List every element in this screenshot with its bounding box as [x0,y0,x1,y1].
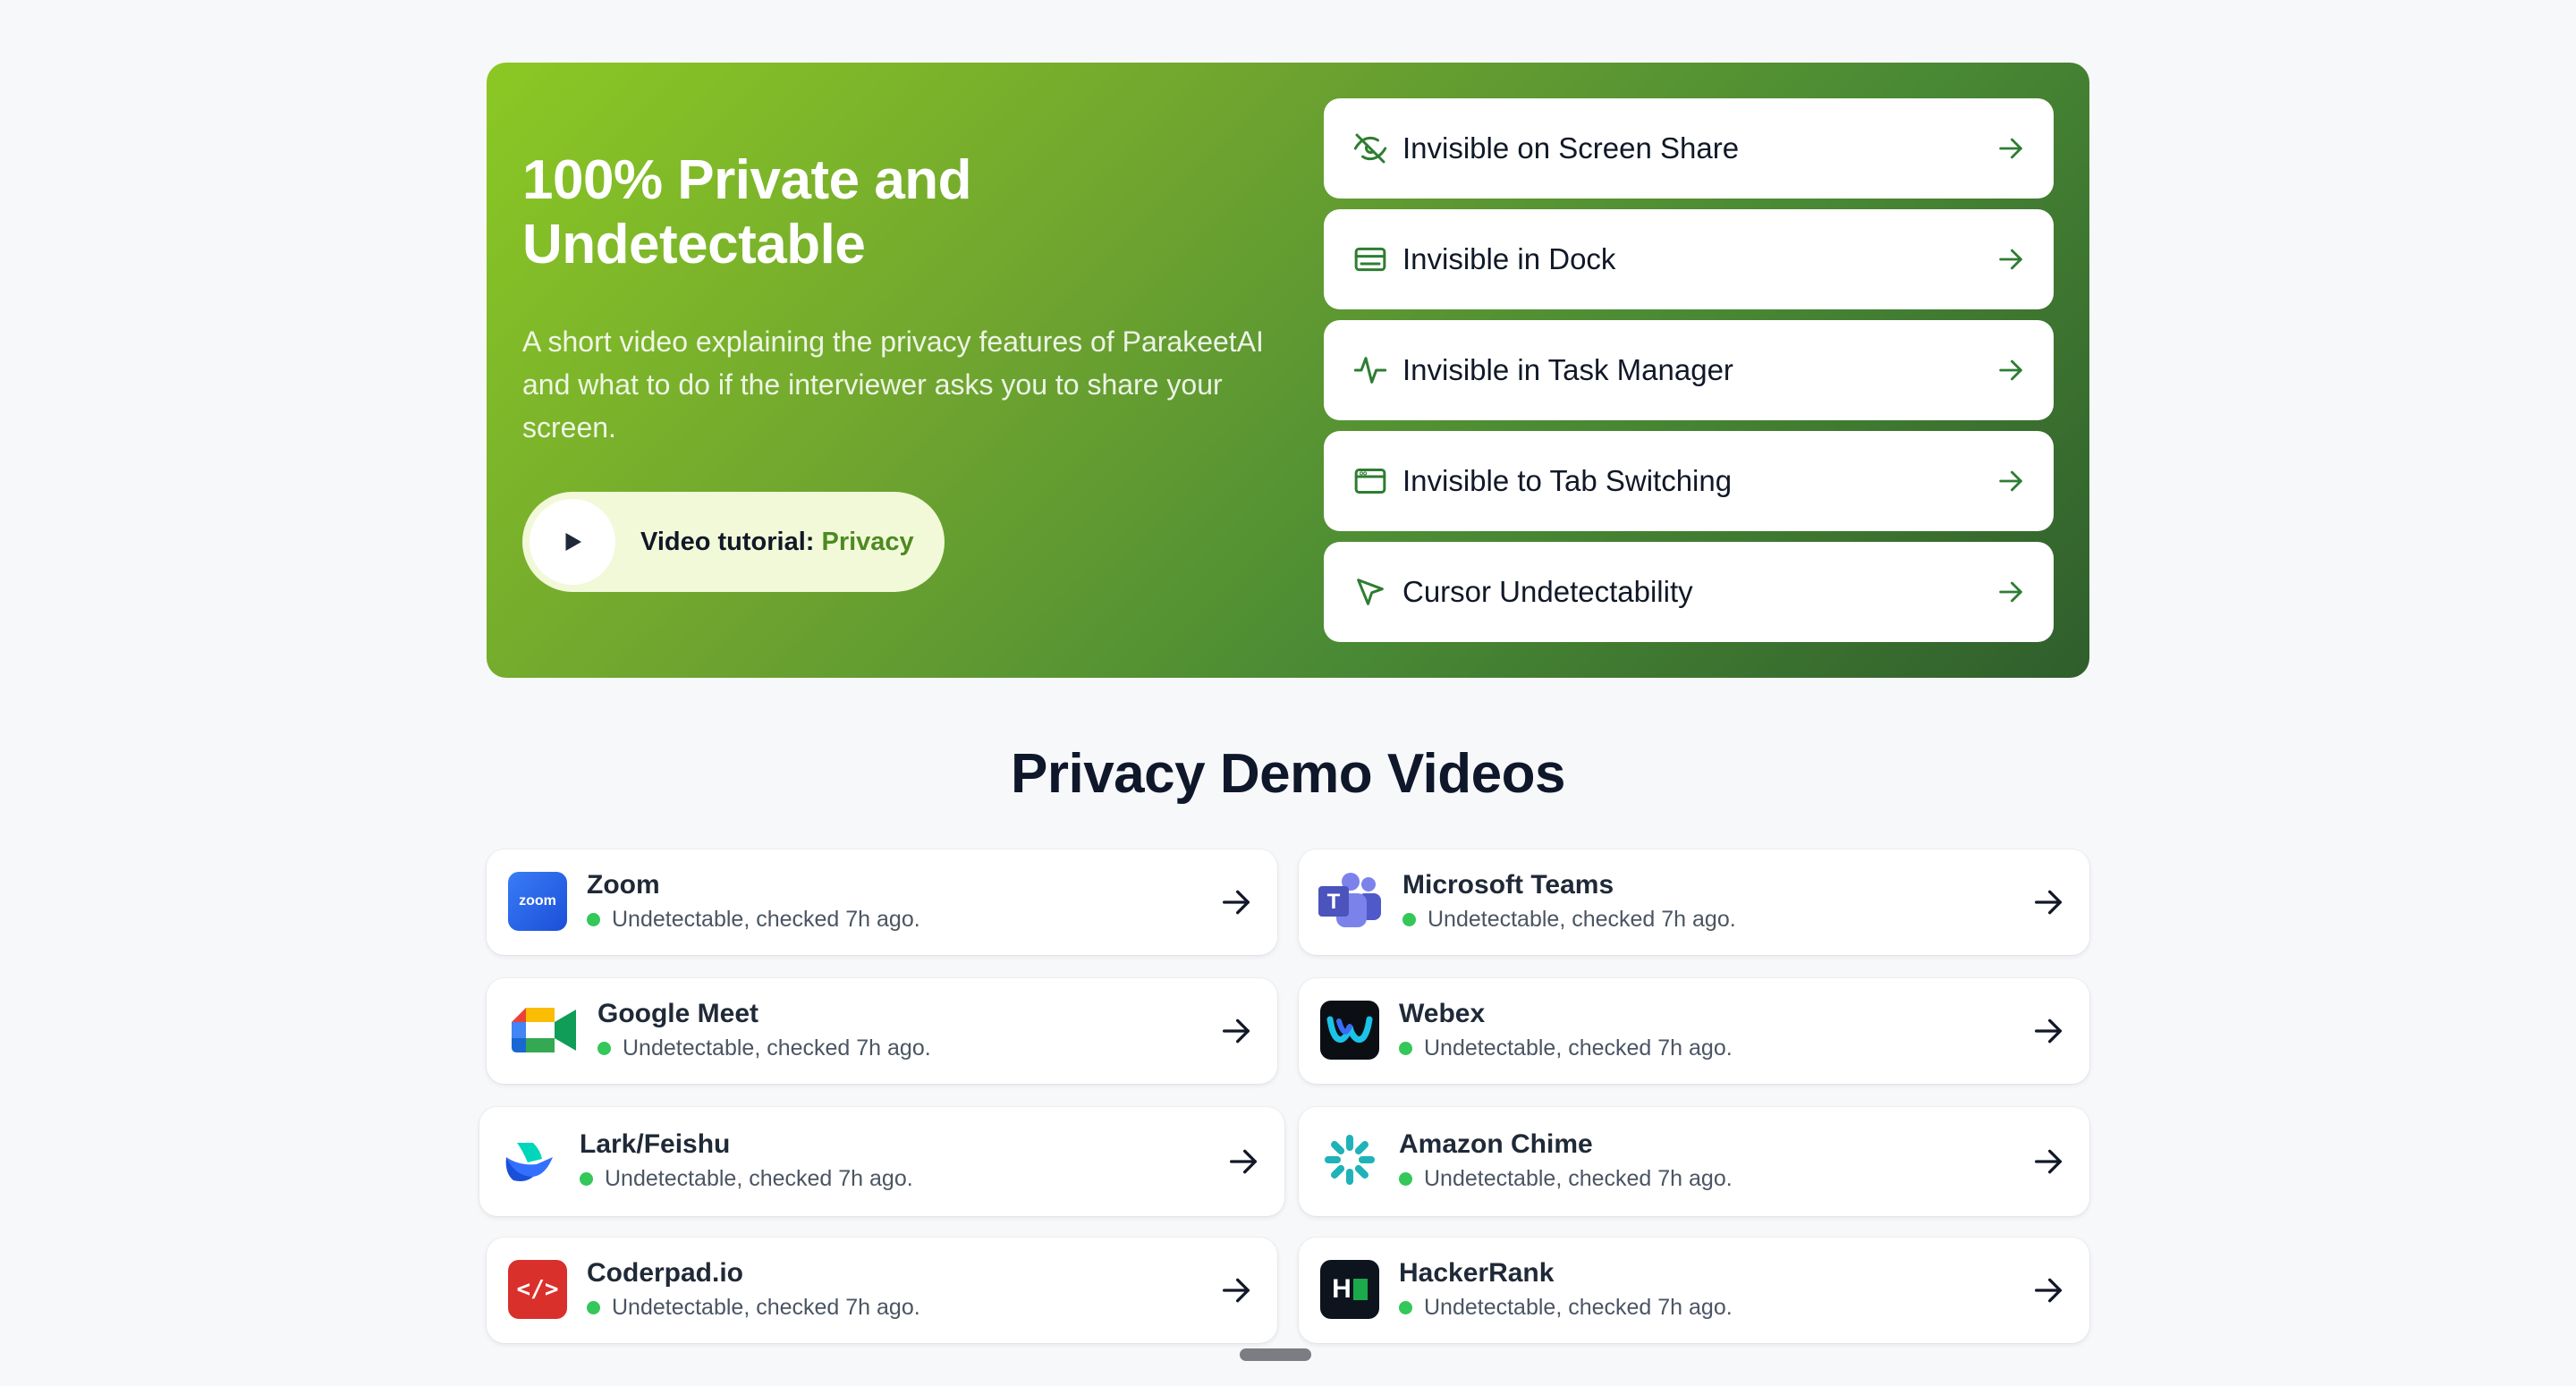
teams-logo-icon: T [1317,872,1383,931]
arrow-right-icon [1993,241,2029,277]
app-status-text: Undetectable, checked 7h ago. [1424,1166,1733,1191]
eye-off-icon [1352,131,1388,166]
feature-cursor[interactable]: Cursor Undetectability [1324,542,2054,642]
arrow-right-icon [2035,1018,2062,1044]
app-name: Google Meet [597,999,759,1028]
status-dot [1399,1041,1412,1055]
feature-task-manager[interactable]: Invisible in Task Manager [1324,320,2054,420]
app-window-icon [1352,463,1388,499]
feature-dock[interactable]: Invisible in Dock [1324,209,2054,309]
feature-label: Invisible in Task Manager [1402,353,1733,386]
app-name: Amazon Chime [1399,1129,1593,1159]
lark-logo-icon [501,1130,560,1189]
video-tutorial-topic: Privacy [821,527,914,556]
hackerrank-logo-icon: H [1320,1260,1379,1319]
play-icon [530,499,615,585]
app-card-webex[interactable]: Webex Undetectable, checked 7h ago. [1299,978,2089,1084]
video-tutorial-label: Video tutorial: Privacy [640,528,914,557]
app-status: Undetectable, checked 7h ago. [1399,1293,1733,1322]
app-status-text: Undetectable, checked 7h ago. [612,1295,920,1320]
webex-logo-icon [1320,1001,1379,1060]
google-meet-logo-icon [508,1001,580,1060]
app-name: Webex [1399,999,1486,1028]
video-tutorial-prefix: Video tutorial: [640,527,822,556]
arrow-right-icon [1223,1018,1250,1044]
zoom-logo-text: zoom [519,893,556,909]
feature-label: Cursor Undetectability [1402,575,1693,608]
app-status-text: Undetectable, checked 7h ago. [623,1035,931,1061]
video-tutorial-button[interactable]: Video tutorial: Privacy [522,492,945,592]
app-status: Undetectable, checked 7h ago. [587,905,920,934]
dock-icon [1352,241,1388,277]
svg-text:T: T [1327,890,1341,914]
feature-label: Invisible on Screen Share [1402,131,1740,165]
coderpad-logo-text: </> [516,1276,559,1303]
app-status: Undetectable, checked 7h ago. [587,1293,920,1322]
status-dot [587,1300,600,1314]
feature-label: Invisible to Tab Switching [1402,464,1733,497]
status-dot [1399,1171,1412,1186]
app-status: Undetectable, checked 7h ago. [597,1034,931,1062]
app-name: Lark/Feishu [580,1129,731,1159]
app-status-text: Undetectable, checked 7h ago. [1424,1035,1733,1061]
amazon-chime-logo-icon [1320,1130,1379,1189]
hero-description: A short video explaining the privacy fea… [522,325,1264,444]
arrow-right-icon [2035,1149,2062,1174]
status-dot [580,1171,593,1186]
hackerrank-logo-text: H [1332,1274,1352,1304]
section-title: Privacy Demo Videos [1010,743,1566,805]
feature-label: Invisible in Dock [1402,242,1616,275]
arrow-right-icon [1993,574,2029,610]
zoom-logo-icon: zoom [508,872,567,931]
app-status-text: Undetectable, checked 7h ago. [605,1166,913,1191]
app-name: Coderpad.io [587,1258,744,1288]
arrow-right-icon [1223,1278,1250,1303]
app-name: Zoom [587,870,660,900]
app-card-zoom[interactable]: zoom Zoom Undetectable, checked 7h ago. [487,849,1277,955]
arrow-right-icon [2035,890,2062,915]
app-name: HackerRank [1399,1258,1555,1288]
coderpad-logo-icon: </> [508,1260,567,1319]
app-name: Microsoft Teams [1402,870,1614,900]
status-dot [1399,1300,1412,1314]
app-status: Undetectable, checked 7h ago. [1399,1164,1733,1193]
arrow-right-icon [1993,131,2029,166]
status-dot [597,1041,611,1055]
arrow-right-icon [1223,890,1250,915]
activity-icon [1352,352,1388,388]
app-card-microsoft-teams[interactable]: T Microsoft Teams Undetectable, checked … [1299,849,2089,955]
arrow-right-icon [1993,352,2029,388]
hackerrank-logo-block [1352,1279,1368,1300]
status-dot [587,912,600,926]
feature-tab-switching[interactable]: Invisible to Tab Switching [1324,431,2054,531]
scroll-handle[interactable] [1240,1348,1311,1361]
privacy-hero-banner: 100% Private and Undetectable A short vi… [487,63,2089,678]
app-card-amazon-chime[interactable]: Amazon Chime Undetectable, checked 7h ag… [1299,1107,2089,1216]
hero-title: 100% Private and Undetectable [522,149,972,275]
feature-list: Invisible on Screen Share Invisible in D… [1324,98,2054,653]
arrow-right-icon [2035,1278,2062,1303]
app-card-hackerrank[interactable]: H HackerRank Undetectable, checked 7h ag… [1299,1238,2089,1343]
arrow-right-icon [1230,1149,1257,1174]
app-card-google-meet[interactable]: Google Meet Undetectable, checked 7h ago… [487,978,1277,1084]
feature-screen-share[interactable]: Invisible on Screen Share [1324,98,2054,199]
cursor-icon [1352,574,1388,610]
page: 100% Private and Undetectable A short vi… [0,0,2576,1386]
arrow-right-icon [1993,463,2029,499]
app-status: Undetectable, checked 7h ago. [1402,905,1736,934]
app-status: Undetectable, checked 7h ago. [1399,1034,1733,1062]
app-card-coderpad[interactable]: </> Coderpad.io Undetectable, checked 7h… [487,1238,1277,1343]
app-status: Undetectable, checked 7h ago. [580,1164,913,1193]
app-status-text: Undetectable, checked 7h ago. [1424,1295,1733,1320]
status-dot [1402,912,1416,926]
app-status-text: Undetectable, checked 7h ago. [1428,907,1736,932]
app-status-text: Undetectable, checked 7h ago. [612,907,920,932]
app-card-lark-feishu[interactable]: Lark/Feishu Undetectable, checked 7h ago… [479,1107,1284,1216]
